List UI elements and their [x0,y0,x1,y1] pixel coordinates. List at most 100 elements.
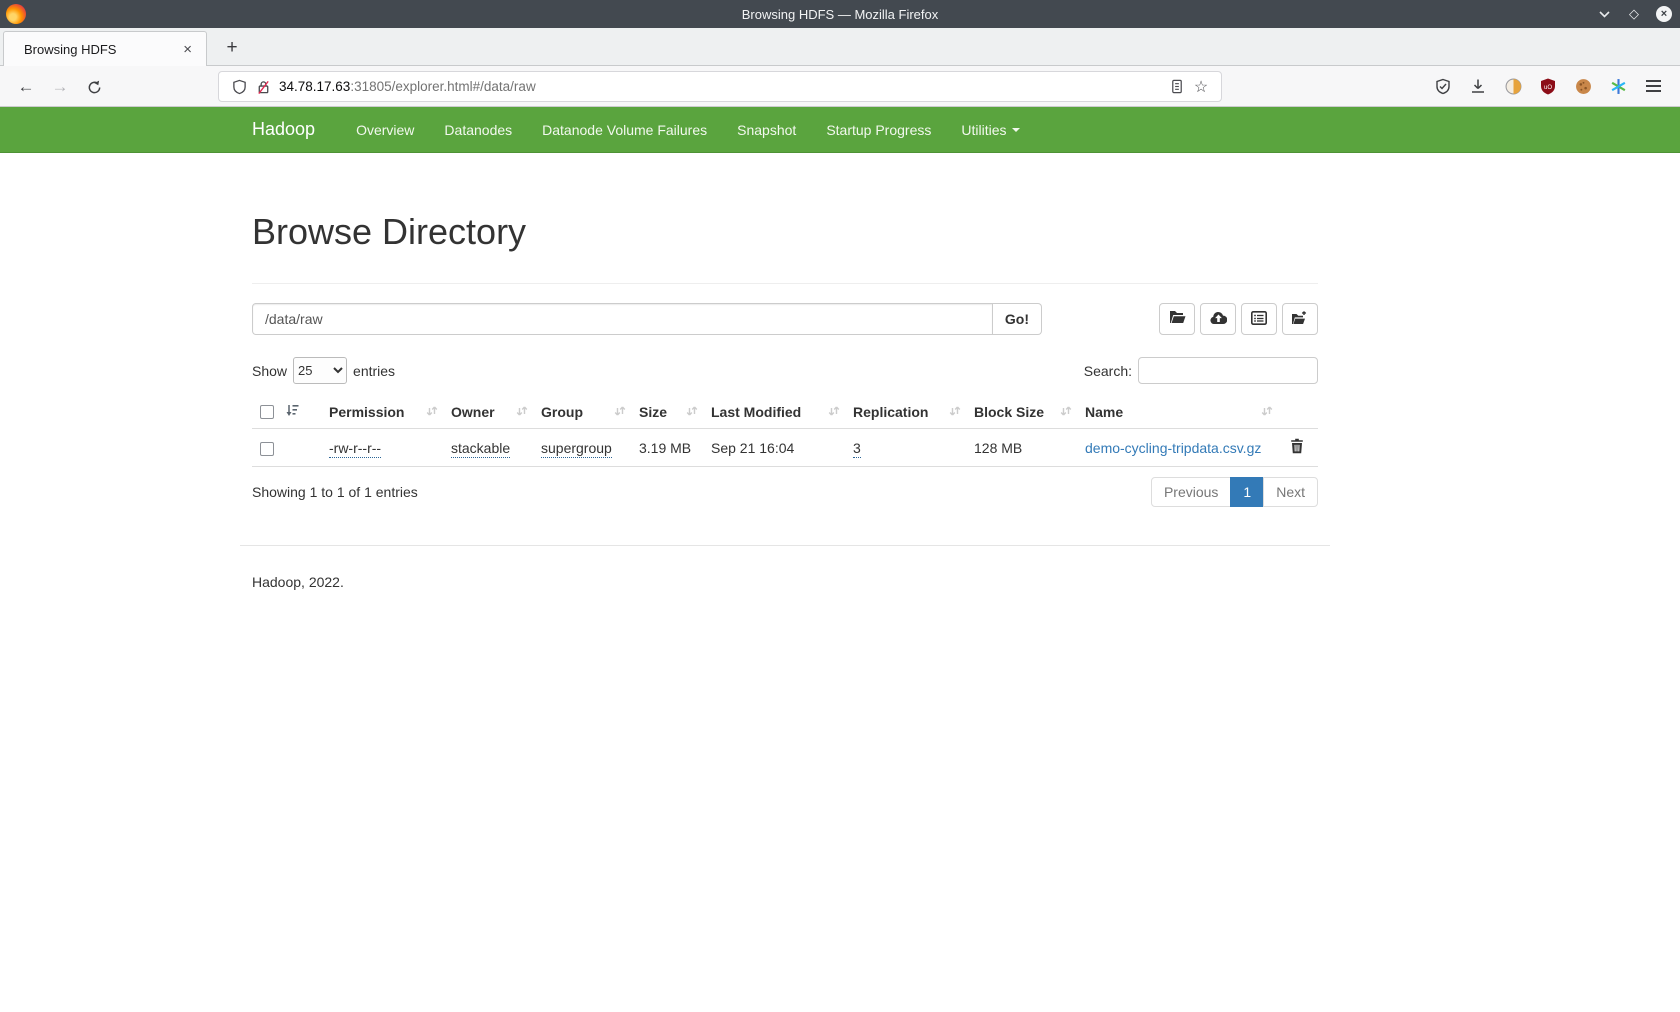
new-tab-button[interactable]: + [218,34,246,62]
url-text: 34.78.17.63:31805/explorer.html#/data/ra… [279,79,1165,94]
bookmark-star-icon[interactable]: ☆ [1189,75,1213,99]
folder-open-icon [1169,310,1186,328]
select-all-header[interactable] [252,396,321,429]
upload-files-button[interactable] [1200,303,1236,335]
page-header: Browse Directory [252,211,1318,284]
show-label: Show [252,363,287,379]
ublock-origin-icon[interactable]: uO [1535,73,1561,99]
reader-view-icon[interactable] [1165,75,1189,99]
tab-browsing-hdfs[interactable]: Browsing HDFS × [3,31,207,66]
url-path: :31805/explorer.html#/data/raw [350,79,535,94]
page-length-select[interactable]: 25 [293,357,347,384]
navigation-toolbar: ← → 34.78.17.63:31805/explorer.html#/dat… [0,66,1680,107]
page-title: Browse Directory [252,211,1318,253]
directory-table: Permission Owner Group Size Last Modifie… [252,396,1318,467]
menu-icon[interactable] [1640,73,1666,99]
column-header-replication[interactable]: Replication [845,396,966,429]
move-to-directory-button[interactable] [1282,303,1318,335]
sort-icon [426,404,438,420]
select-all-checkbox[interactable] [260,405,274,419]
folder-move-icon [1291,310,1309,328]
pagination-page-1[interactable]: 1 [1230,477,1264,507]
directory-path-input[interactable] [252,303,993,335]
downloads-icon[interactable] [1465,73,1491,99]
forward-icon[interactable]: → [46,73,74,101]
back-icon[interactable]: ← [12,73,40,101]
column-header-permission[interactable]: Permission [321,396,443,429]
tab-bar: Browsing HDFS × + [0,28,1680,66]
tab-close-icon[interactable]: × [179,41,196,58]
search-input[interactable] [1138,357,1318,384]
column-header-block-size[interactable]: Block Size [966,396,1077,429]
list-alt-icon [1251,311,1267,328]
file-name-link[interactable]: demo-cycling-tripdata.csv.gz [1085,440,1261,456]
entries-label: entries [353,363,395,379]
nav-item-datanode-volume-failures[interactable]: Datanode Volume Failures [527,107,722,152]
nav-item-startup-progress[interactable]: Startup Progress [811,107,946,152]
trash-icon [1290,442,1304,457]
sort-icon [1261,404,1273,420]
last-modified-cell: Sep 21 16:04 [711,440,794,456]
create-directory-button[interactable] [1159,303,1195,335]
size-cell: 3.19 MB [639,440,691,456]
close-window-icon[interactable]: × [1656,6,1672,22]
delete-file-button[interactable] [1286,438,1308,457]
tab-title: Browsing HDFS [24,42,179,57]
column-header-size[interactable]: Size [631,396,703,429]
nav-item-datanodes[interactable]: Datanodes [429,107,527,152]
group-cell[interactable]: supergroup [541,440,612,458]
shield-check-icon[interactable] [1430,73,1456,99]
column-header-name[interactable]: Name [1077,396,1278,429]
colorful-asterisk-icon[interactable] [1605,73,1631,99]
table-info: Showing 1 to 1 of 1 entries [252,484,418,500]
url-bar[interactable]: 34.78.17.63:31805/explorer.html#/data/ra… [218,71,1222,102]
nav-item-overview[interactable]: Overview [341,107,429,152]
tracking-shield-icon[interactable] [227,75,251,99]
table-row: -rw-r--r-- stackable supergroup 3.19 MB … [252,429,1318,467]
toolbar-extensions: uO [1430,73,1666,99]
titlebar: Browsing HDFS — Mozilla Firefox ◇ × [0,0,1680,28]
footer-text: Hadoop, 2022. [252,574,1318,590]
replication-cell[interactable]: 3 [853,440,861,458]
cookie-icon[interactable] [1570,73,1596,99]
column-header-last-modified[interactable]: Last Modified [703,396,845,429]
chevron-down-icon [1012,128,1020,132]
pagination: Previous 1 Next [1152,477,1318,507]
insecure-lock-icon[interactable] [251,75,275,99]
pagination-previous[interactable]: Previous [1151,477,1231,507]
nav-item-utilities[interactable]: Utilities [946,107,1034,152]
directory-input-group: Go! [252,303,1042,335]
sort-icon [614,404,626,420]
firefox-logo-icon [6,4,26,24]
sort-icon [1060,404,1072,420]
permission-cell[interactable]: -rw-r--r-- [329,440,381,458]
url-host: 34.78.17.63 [279,79,350,94]
browser-window: Browsing HDFS — Mozilla Firefox ◇ × Brow… [0,0,1680,1012]
svg-text:uO: uO [1544,85,1552,91]
column-header-owner[interactable]: Owner [443,396,533,429]
block-size-cell: 128 MB [974,440,1022,456]
footer-divider [240,545,1330,546]
maximize-icon[interactable]: ◇ [1626,6,1642,22]
sort-icon [516,404,528,420]
window-controls: ◇ × [1596,0,1672,28]
hadoop-navbar: Hadoop Overview Datanodes Datanode Volum… [0,107,1680,153]
sort-icon [686,404,698,420]
sort-ascending-icon [286,404,299,420]
window-title: Browsing HDFS — Mozilla Firefox [0,7,1680,22]
nav-item-snapshot[interactable]: Snapshot [722,107,811,152]
reload-icon[interactable] [80,73,108,101]
extension-badge-icon[interactable] [1500,73,1526,99]
sort-icon [828,404,840,420]
go-button[interactable]: Go! [993,303,1042,335]
pagination-next[interactable]: Next [1263,477,1318,507]
explorer-actions [1159,303,1318,335]
brand-hadoop[interactable]: Hadoop [252,119,315,140]
sort-icon [949,404,961,420]
page-length-control: Show 25 entries [252,357,395,384]
minimize-icon[interactable] [1596,6,1612,22]
owner-cell[interactable]: stackable [451,440,510,458]
file-list-button[interactable] [1241,303,1277,335]
row-checkbox[interactable] [260,442,274,456]
column-header-group[interactable]: Group [533,396,631,429]
